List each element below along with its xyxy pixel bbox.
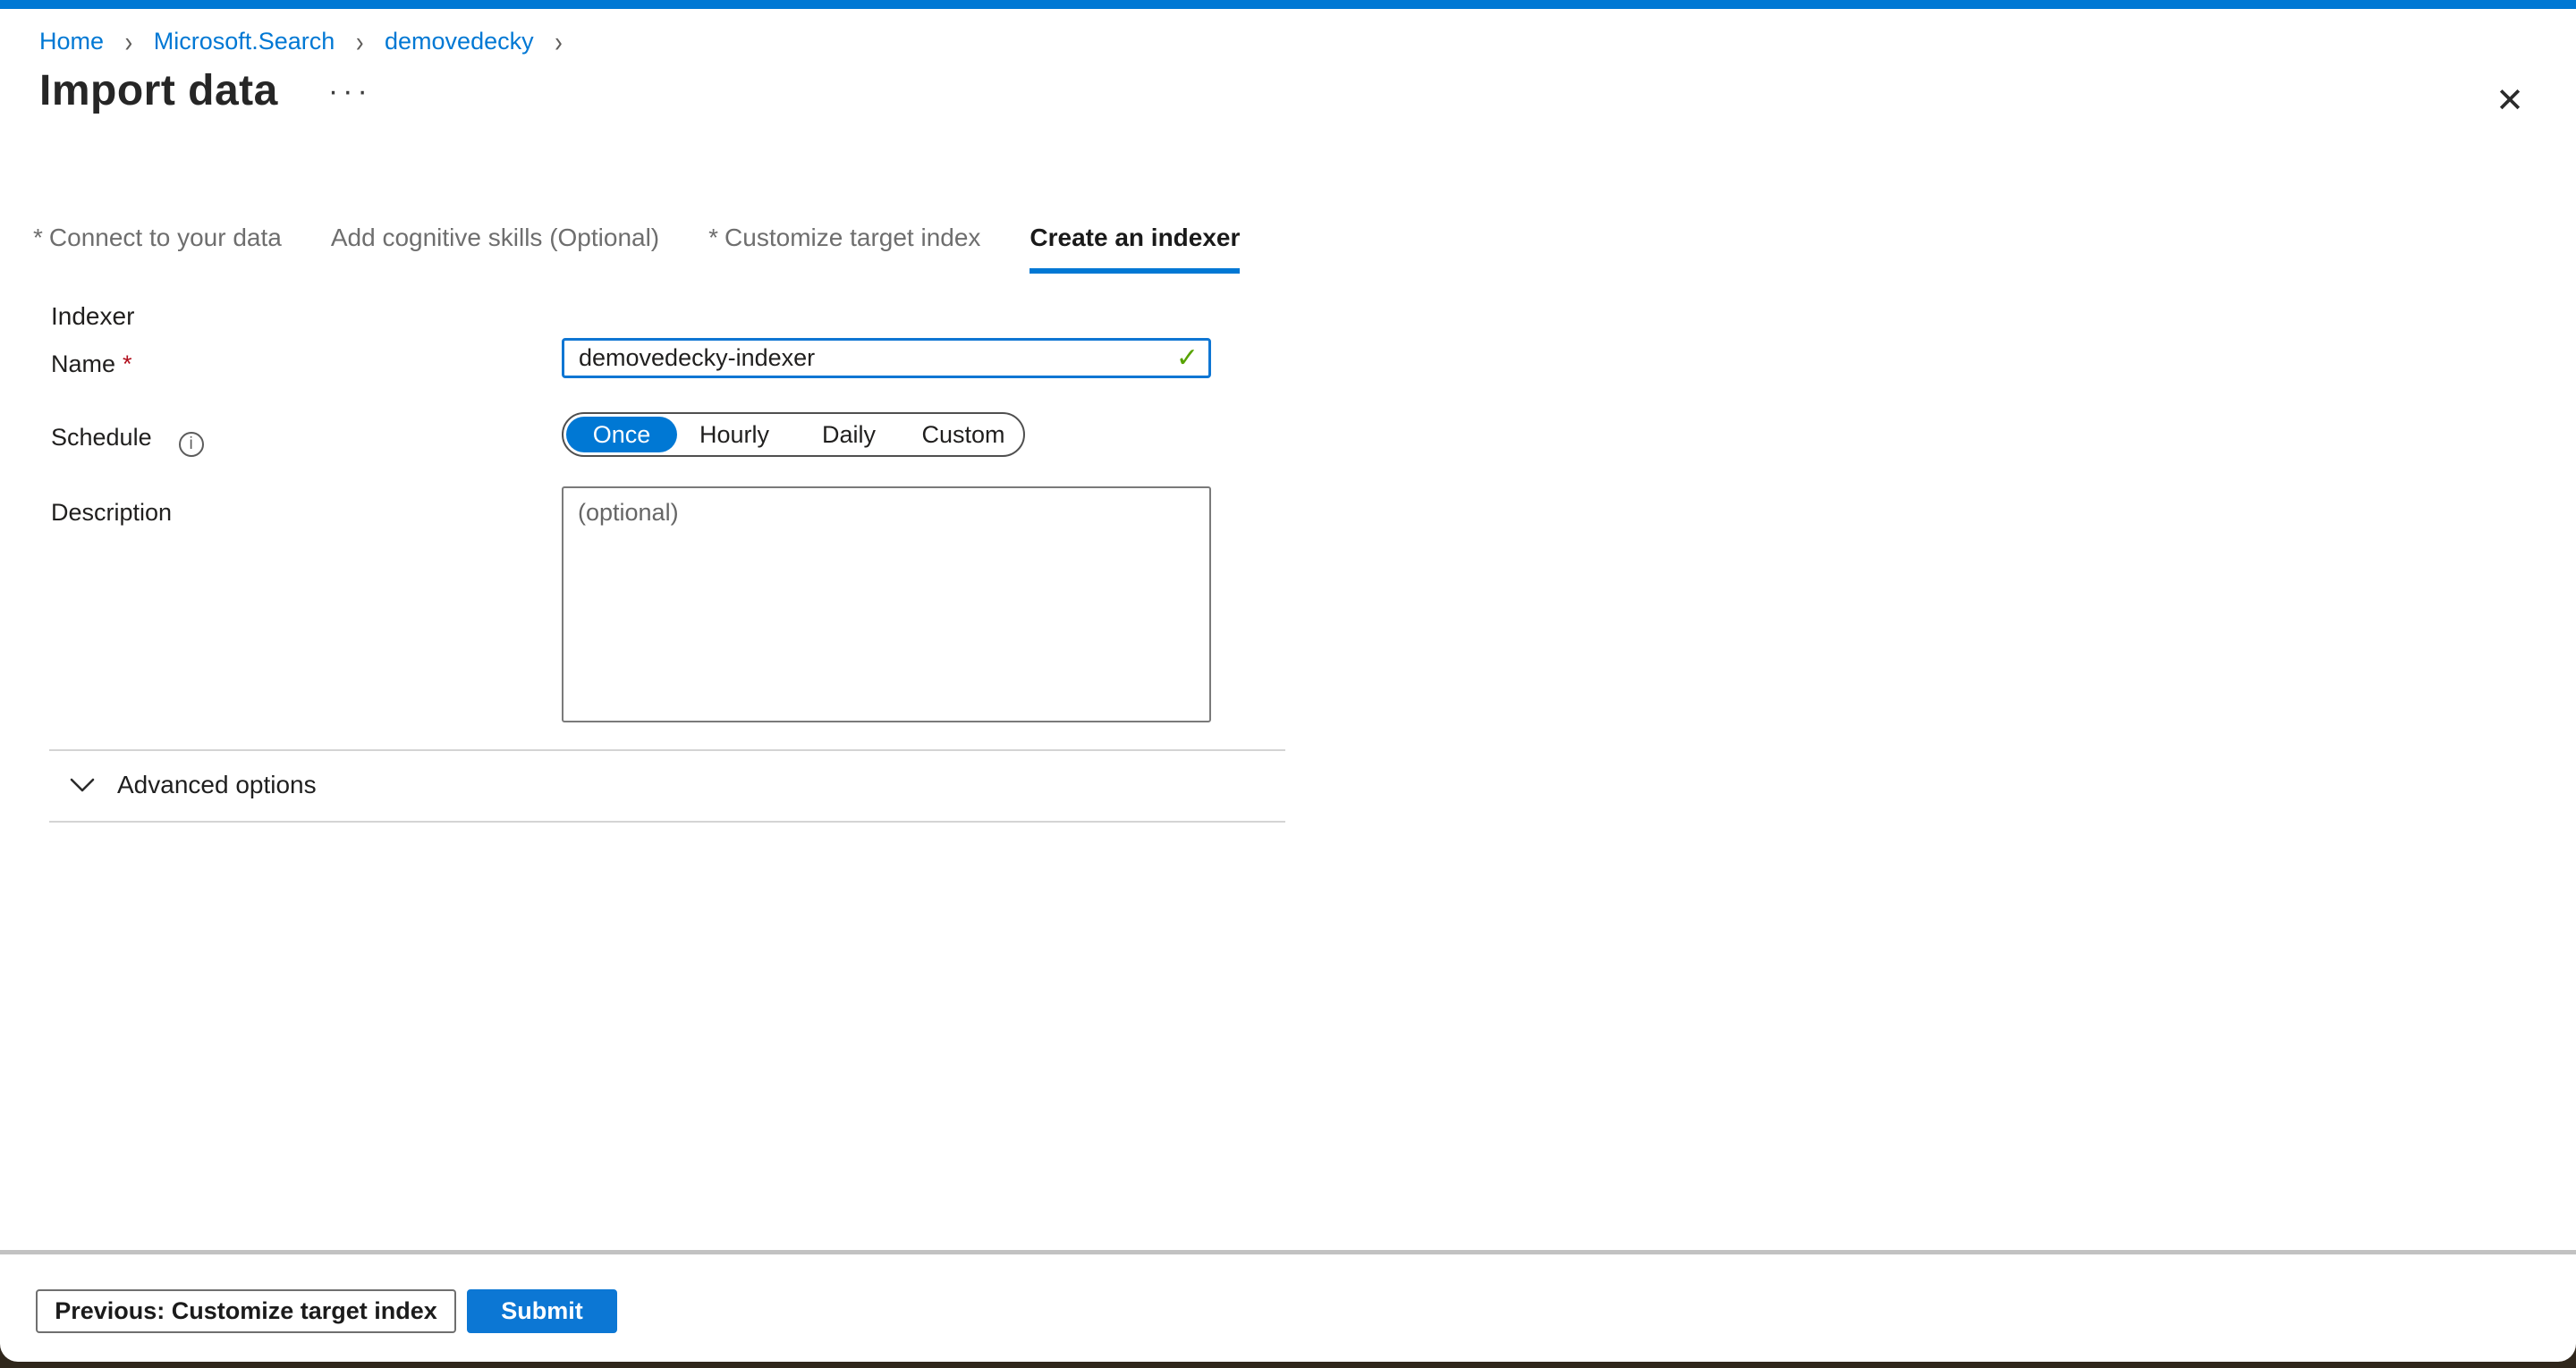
- previous-step-button[interactable]: Previous: Customize target index: [36, 1289, 456, 1333]
- tab-connect-to-your-data[interactable]: *Connect to your data: [33, 224, 282, 274]
- name-field-label: Name *: [51, 350, 132, 378]
- schedule-option-hourly[interactable]: Hourly: [677, 421, 792, 449]
- close-icon[interactable]: ✕: [2487, 77, 2533, 123]
- more-actions-icon[interactable]: ···: [328, 70, 372, 113]
- tab-label: Create an indexer: [1030, 224, 1240, 251]
- tab-label: Customize target index: [724, 224, 980, 251]
- submit-button[interactable]: Submit: [467, 1289, 617, 1333]
- tab-label: Connect to your data: [49, 224, 282, 251]
- schedule-option-custom[interactable]: Custom: [906, 421, 1021, 449]
- breadcrumb-chevron-icon: ›: [555, 21, 563, 62]
- chevron-down-icon: [69, 777, 96, 793]
- required-asterisk: *: [123, 350, 132, 377]
- tab-customize-target-index[interactable]: *Customize target index: [708, 224, 980, 274]
- name-label-text: Name: [51, 350, 115, 377]
- breadcrumb-service-link[interactable]: Microsoft.Search: [154, 28, 335, 55]
- description-textarea[interactable]: [562, 486, 1211, 722]
- schedule-option-daily[interactable]: Daily: [792, 421, 906, 449]
- breadcrumb-resource-link[interactable]: demovedecky: [385, 28, 534, 55]
- tab-add-cognitive-skills[interactable]: Add cognitive skills (Optional): [331, 224, 659, 274]
- import-data-panel: Home › Microsoft.Search › demovedecky › …: [0, 0, 2576, 1362]
- indexer-name-input[interactable]: [562, 338, 1211, 378]
- breadcrumb-chevron-icon: ›: [125, 21, 133, 62]
- schedule-segmented-control: Once Hourly Daily Custom: [562, 412, 1025, 457]
- schedule-option-once[interactable]: Once: [566, 417, 677, 452]
- breadcrumb: Home › Microsoft.Search › demovedecky ›: [39, 25, 577, 57]
- schedule-field-label: Schedule i: [51, 424, 204, 457]
- tab-create-an-indexer[interactable]: Create an indexer: [1030, 224, 1240, 274]
- page-title: Import data: [39, 66, 278, 115]
- advanced-options-label: Advanced options: [117, 771, 317, 799]
- footer-divider: [0, 1250, 2576, 1254]
- schedule-label-text: Schedule: [51, 424, 152, 451]
- tab-label: Add cognitive skills (Optional): [331, 224, 659, 251]
- required-asterisk: *: [33, 224, 43, 251]
- breadcrumb-home-link[interactable]: Home: [39, 28, 104, 55]
- description-field-label: Description: [51, 499, 172, 527]
- required-asterisk: *: [708, 224, 718, 251]
- portal-top-accent-bar: [0, 0, 2576, 9]
- breadcrumb-chevron-icon: ›: [356, 21, 364, 62]
- divider: [49, 821, 1285, 823]
- divider: [49, 749, 1285, 751]
- wizard-tabs: *Connect to your data Add cognitive skil…: [33, 224, 1240, 274]
- advanced-options-toggle[interactable]: Advanced options: [69, 771, 317, 799]
- indexer-section-label: Indexer: [51, 302, 134, 331]
- info-icon[interactable]: i: [179, 432, 204, 457]
